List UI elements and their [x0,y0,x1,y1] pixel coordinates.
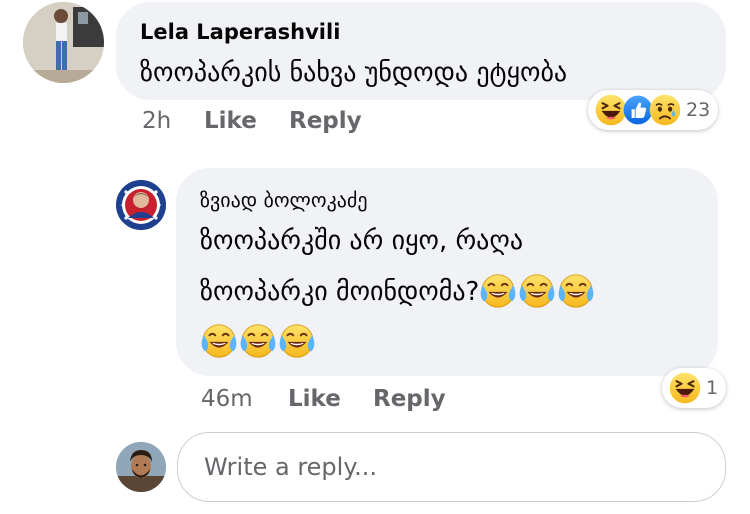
comment-bubble: ზვიად ბოლოკაძე ზოოპარკში არ იყო, რაღა ზო… [176,168,718,376]
comment-text: ზოოპარკი მოინდომა? [200,277,480,307]
tears-of-joy-emoji [200,321,238,359]
haha-icon [668,371,702,405]
comment-timestamp[interactable]: 2h [142,108,171,134]
reaction-count: 23 [686,99,711,121]
like-button[interactable]: Like [204,108,257,134]
comment-text-line: ზოოპარკში არ იყო, რაღა [200,226,524,256]
comment-bubble: Lela Laperashvili ზოოპარკის ნახვა უნდოდა… [116,2,726,100]
reply-button[interactable]: Reply [373,386,446,412]
comment-emoji-line [200,319,317,365]
reply-input[interactable] [202,452,686,482]
tears-of-joy-emoji [557,271,595,309]
tears-of-joy-emoji [239,321,277,359]
comment-author[interactable]: Lela Laperashvili [140,20,340,44]
tears-of-joy-emoji [479,271,517,309]
tears-of-joy-emoji [518,271,556,309]
reply-input-container[interactable] [177,432,726,502]
comment-text: ზოოპარკის ნახვა უნდოდა ეტყობა [140,58,568,88]
current-user-avatar[interactable] [116,442,166,492]
sad-icon [648,93,682,127]
reply-button[interactable]: Reply [289,108,362,134]
reaction-summary[interactable]: 23 [588,90,719,130]
tears-of-joy-emoji [278,321,316,359]
reaction-summary[interactable]: 1 [662,368,727,408]
comment-timestamp[interactable]: 46m [201,386,253,412]
avatar[interactable] [116,180,166,230]
avatar[interactable] [23,2,104,83]
like-button[interactable]: Like [288,386,341,412]
comment-author[interactable]: ზვიად ბოლოკაძე [200,188,368,212]
reaction-count: 1 [706,377,719,399]
comment-text-line: ზოოპარკი მოინდომა? [200,269,596,315]
